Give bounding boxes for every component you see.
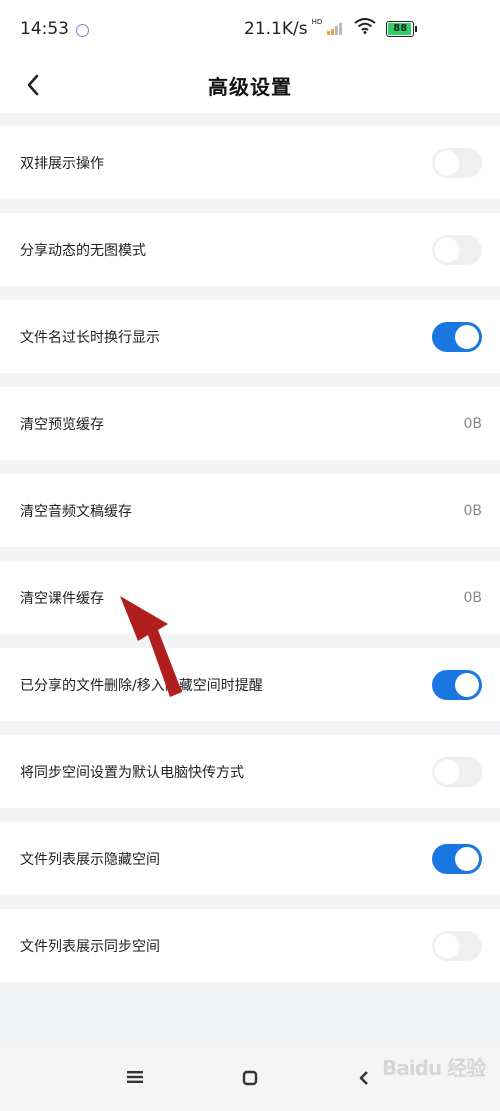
toggle-switch[interactable] bbox=[432, 843, 482, 874]
setting-label: 已分享的文件删除/移入隐藏空间时提醒 bbox=[20, 677, 263, 694]
back-button[interactable] bbox=[18, 70, 48, 100]
setting-row-clear-courseware-cache[interactable]: 清空课件缓存 0B bbox=[0, 561, 500, 634]
page-title: 高级设置 bbox=[208, 75, 292, 99]
status-bar: 14:53 21.1K/s HD 88 bbox=[0, 0, 500, 58]
back-triangle-icon bbox=[359, 1071, 368, 1085]
toggle-knob bbox=[435, 759, 459, 784]
page-header: 高级设置 bbox=[0, 58, 500, 113]
nav-home-button[interactable] bbox=[242, 1070, 258, 1086]
cache-size: 0B bbox=[463, 502, 482, 519]
setting-label: 清空预览缓存 bbox=[20, 416, 104, 433]
toggle-knob bbox=[435, 933, 459, 958]
setting-row-no-image-share[interactable]: 分享动态的无图模式 bbox=[0, 213, 500, 286]
status-right: 21.1K/s HD 88 bbox=[244, 17, 418, 39]
toggle-knob bbox=[455, 324, 479, 349]
nav-menu-button[interactable] bbox=[126, 1070, 144, 1084]
setting-label: 分享动态的无图模式 bbox=[20, 242, 146, 259]
home-square-icon bbox=[242, 1070, 258, 1086]
toggle-switch[interactable] bbox=[432, 147, 482, 178]
setting-label: 文件列表展示隐藏空间 bbox=[20, 851, 160, 868]
battery-level: 88 bbox=[393, 23, 408, 34]
toggle-knob bbox=[435, 237, 459, 262]
toggle-switch[interactable] bbox=[432, 321, 482, 352]
setting-label: 文件名过长时换行显示 bbox=[20, 329, 160, 346]
cache-size: 0B bbox=[463, 415, 482, 432]
setting-row-wrap-long-filenames[interactable]: 文件名过长时换行显示 bbox=[0, 300, 500, 373]
status-time: 14:53 bbox=[20, 19, 69, 39]
network-speed: 21.1K/s bbox=[244, 18, 308, 39]
setting-label: 清空课件缓存 bbox=[20, 590, 104, 607]
setting-row-sync-space-default[interactable]: 将同步空间设置为默认电脑快传方式 bbox=[0, 735, 500, 808]
annotation-arrow-icon bbox=[120, 596, 182, 697]
toggle-knob bbox=[435, 150, 459, 175]
setting-label: 文件列表展示同步空间 bbox=[20, 938, 160, 955]
toggle-switch[interactable] bbox=[432, 930, 482, 961]
toggle-knob bbox=[455, 846, 479, 871]
app-notification-icon bbox=[76, 23, 89, 37]
setting-label: 将同步空间设置为默认电脑快传方式 bbox=[20, 764, 244, 781]
hd-label: HD bbox=[311, 17, 323, 26]
wifi-icon bbox=[354, 18, 376, 39]
setting-row-show-sync-space[interactable]: 文件列表展示同步空间 bbox=[0, 909, 500, 982]
baidu-watermark: Baidu 经验 bbox=[382, 1056, 486, 1080]
setting-row-hidden-space-reminder[interactable]: 已分享的文件删除/移入隐藏空间时提醒 bbox=[0, 648, 500, 721]
nav-back-button[interactable] bbox=[358, 1070, 370, 1086]
setting-row-dual-row-actions[interactable]: 双排展示操作 bbox=[0, 126, 500, 199]
toggle-switch[interactable] bbox=[432, 234, 482, 265]
toggle-switch[interactable] bbox=[432, 756, 482, 787]
cache-size: 0B bbox=[463, 589, 482, 606]
signal-icon bbox=[327, 22, 343, 35]
toggle-switch[interactable] bbox=[432, 669, 482, 700]
chevron-left-icon bbox=[27, 74, 39, 96]
battery-icon: 88 bbox=[386, 20, 418, 37]
setting-row-clear-audio-cache[interactable]: 清空音频文稿缓存 0B bbox=[0, 474, 500, 547]
setting-label: 清空音频文稿缓存 bbox=[20, 503, 132, 520]
setting-label: 双排展示操作 bbox=[20, 155, 104, 172]
toggle-knob bbox=[455, 672, 479, 697]
setting-row-show-hidden-space[interactable]: 文件列表展示隐藏空间 bbox=[0, 822, 500, 895]
menu-icon bbox=[127, 1071, 143, 1083]
setting-row-clear-preview-cache[interactable]: 清空预览缓存 0B bbox=[0, 387, 500, 460]
